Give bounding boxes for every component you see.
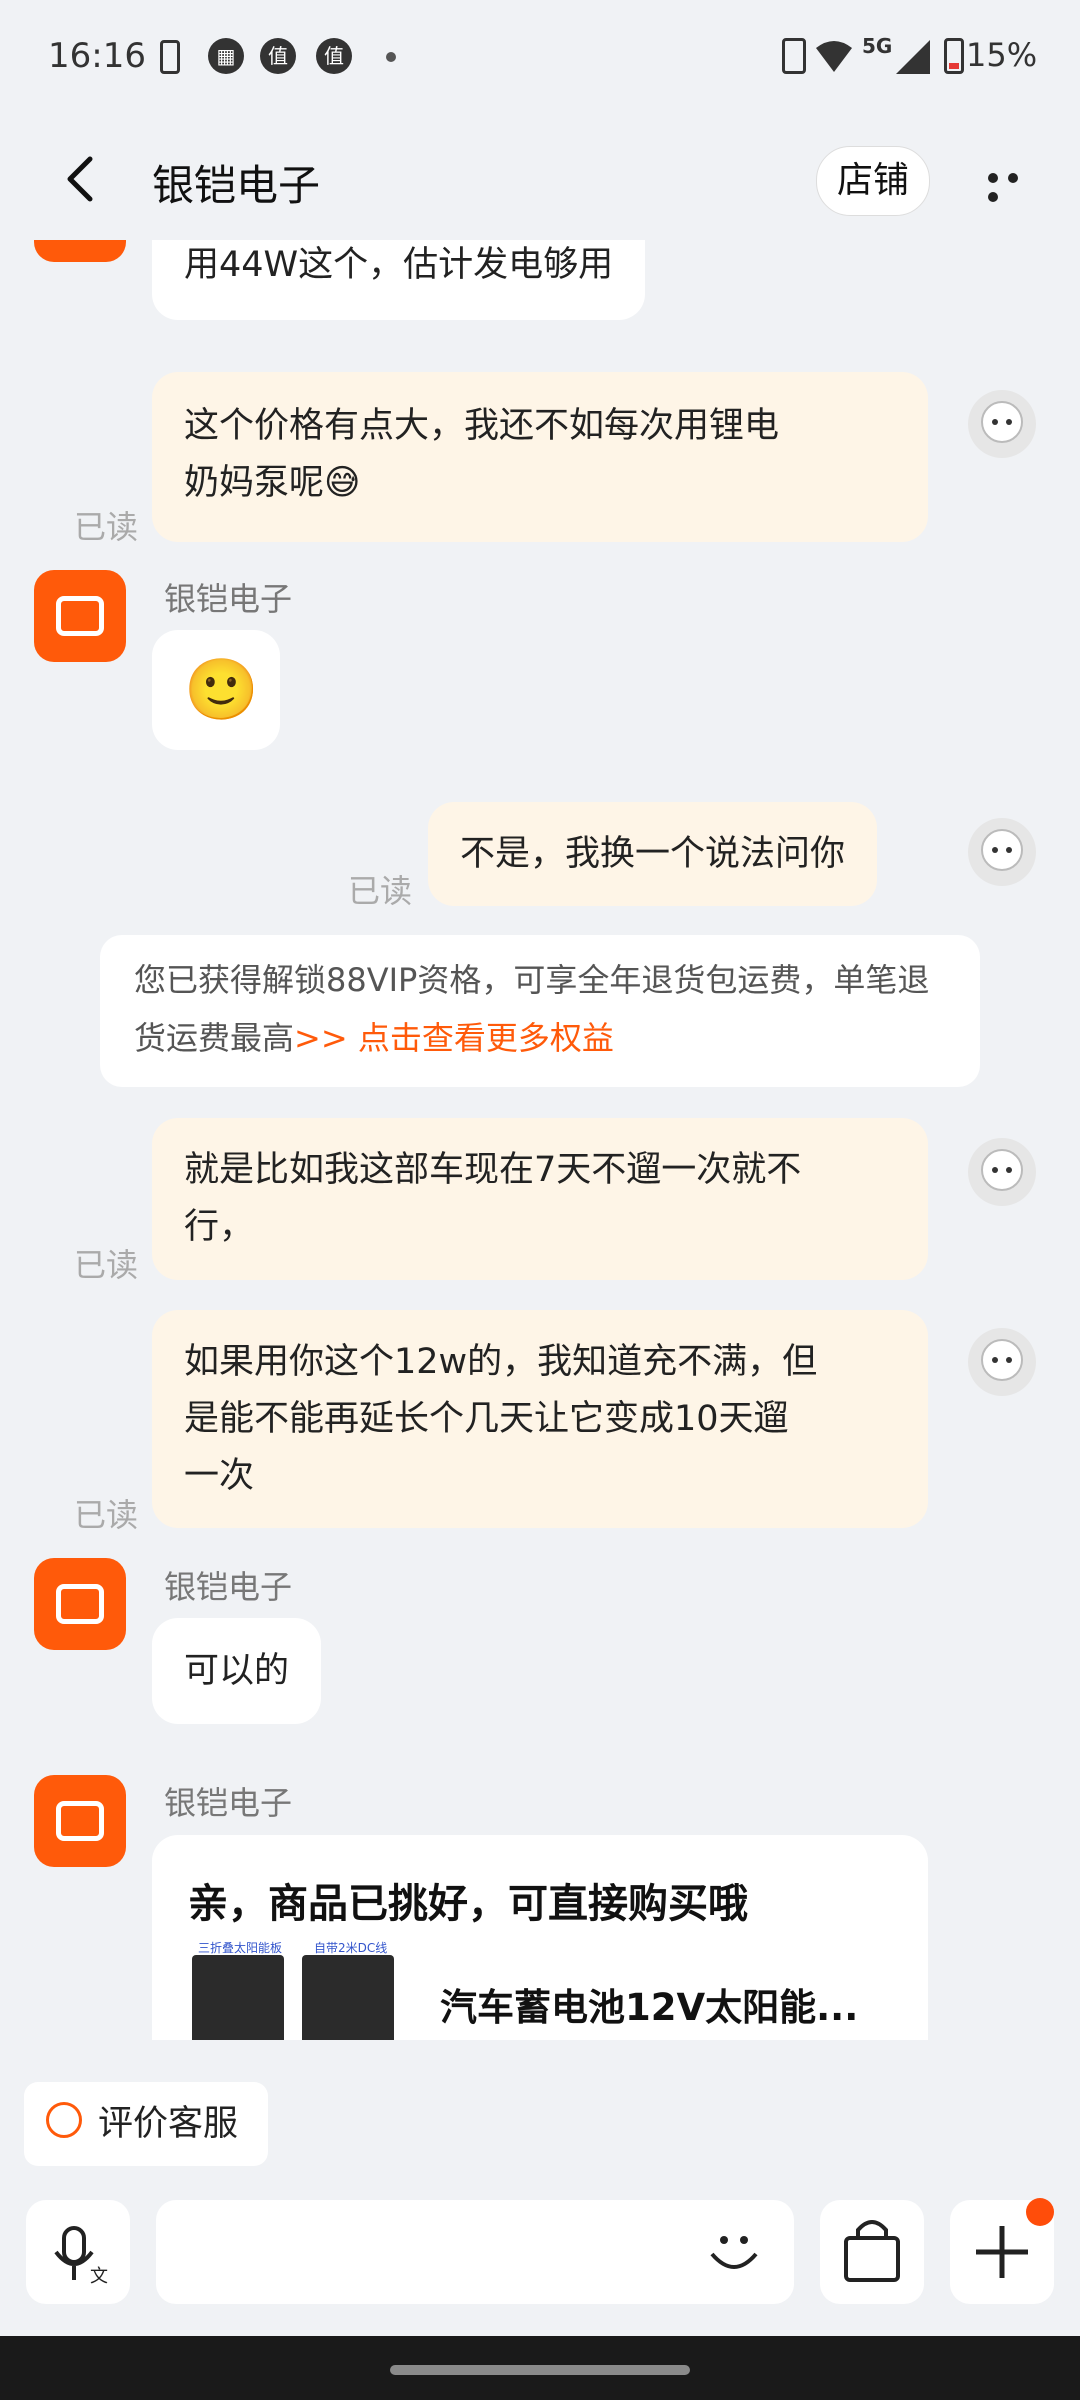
zhi-app-icon: 值 [260, 38, 296, 74]
notice-link[interactable]: >> 点击查看更多权益 [294, 1019, 614, 1057]
home-handle[interactable] [390, 2365, 690, 2375]
battery-saver-icon [160, 40, 180, 74]
message-line: 就是比如我这部车现在7天不遛一次就不 [184, 1150, 802, 1190]
vibrate-icon [782, 38, 806, 74]
more-icon[interactable] [988, 168, 1044, 202]
product-thumbnail[interactable] [192, 1955, 284, 2040]
sender-name: 银铠电子 [164, 1784, 293, 1822]
message-bubble: 这个价格有点大，我还不如每次用锂电 奶妈泵呢😅 [152, 372, 928, 542]
message-line: 行， [184, 1207, 255, 1247]
battery-percent: 15% [966, 36, 1038, 74]
message-bubble: 如果用你这个12w的，我知道充不满，但 是能不能再延长个几天让它变成10天遛 一… [152, 1310, 928, 1528]
read-status: 已读 [74, 508, 139, 546]
shop-avatar[interactable] [34, 240, 126, 262]
shop-avatar[interactable] [34, 1558, 126, 1650]
sender-name: 银铠电子 [164, 1568, 293, 1606]
read-status: 已读 [74, 1496, 139, 1534]
thumb-caption: 自带2米DC线 [314, 1941, 388, 1955]
product-thumbnail[interactable] [302, 1955, 394, 2040]
card-title: 亲，商品已挑好，可直接购买哦 [188, 1881, 748, 1927]
my-avatar[interactable] [966, 388, 1038, 460]
smile-icon [46, 2102, 82, 2138]
zhi-app-icon: 值 [316, 38, 352, 74]
message-bubble: 不是，我换一个说法问你 [428, 802, 878, 906]
message-bubble: 可以的 [152, 1618, 322, 1724]
evaluate-label: 评价客服 [98, 2104, 239, 2144]
message-bubble: 就是比如我这部车现在7天不遛一次就不 行， [152, 1118, 928, 1280]
evaluate-service-button[interactable]: 评价客服 [24, 2082, 268, 2166]
status-bar: 16:16 ▦ 值 值 5G 15% [0, 0, 1080, 110]
chat-title: 银铠电子 [152, 161, 321, 210]
thumb-caption: 三折叠太阳能板 [198, 1941, 283, 1955]
message-line: 是能不能再延长个几天让它变成10天遛 [184, 1399, 789, 1439]
my-avatar[interactable] [966, 1136, 1038, 1208]
message-bubble: 用44W这个，估计发电够用 [152, 240, 646, 320]
message-input[interactable] [156, 2200, 794, 2304]
status-time: 16:16 [48, 36, 146, 76]
message-line: 这个价格有点大，我还不如每次用锂电 [184, 406, 780, 446]
network-type: 5G [862, 34, 893, 58]
back-arrow-icon[interactable] [60, 155, 100, 203]
svg-text:文: 文 [90, 2266, 108, 2287]
chat-list[interactable]: 用44W这个，估计发电够用 已读 这个价格有点大，我还不如每次用锂电 奶妈泵呢😅… [0, 240, 1080, 2040]
message-line: 如果用你这个12w的，我知道充不满，但 [184, 1342, 818, 1382]
shop-bag-button[interactable] [820, 2200, 924, 2304]
shop-avatar[interactable] [34, 570, 126, 662]
notification-dot [386, 52, 396, 62]
calendar-icon: ▦ [208, 38, 244, 74]
message-line: 奶妈泵呢😅 [184, 463, 361, 503]
microphone-icon: 文 [54, 2226, 108, 2287]
sender-name: 银铠电子 [164, 580, 293, 618]
message-line: 一次 [184, 1456, 255, 1496]
shopping-bag-icon [844, 2220, 900, 2282]
voice-input-button[interactable]: 文 [26, 2200, 130, 2304]
vip-notice: 您已获得解锁88VIP资格，可享全年退货包运费，单笔退货运费最高>> 点击查看更… [100, 935, 980, 1087]
battery-icon [944, 38, 964, 74]
input-bar: 文 [0, 2190, 1080, 2330]
read-status: 已读 [74, 1246, 139, 1284]
signal-icon [896, 40, 930, 74]
my-avatar[interactable] [966, 1326, 1038, 1398]
message-bubble: 🙂 [152, 630, 280, 750]
product-name: 汽车蓄电池12V太阳能... [440, 1986, 859, 2029]
notification-badge [1026, 2198, 1054, 2226]
shop-avatar[interactable] [34, 1775, 126, 1867]
shop-button[interactable]: 店铺 [816, 146, 930, 216]
read-status: 已读 [348, 872, 413, 910]
emoji-icon[interactable] [704, 2222, 764, 2282]
product-card[interactable]: 亲，商品已挑好，可直接购买哦 三折叠太阳能板 自带2米DC线 汽车蓄电池12V太… [152, 1835, 928, 2040]
my-avatar[interactable] [966, 816, 1038, 888]
wifi-icon [816, 41, 852, 72]
